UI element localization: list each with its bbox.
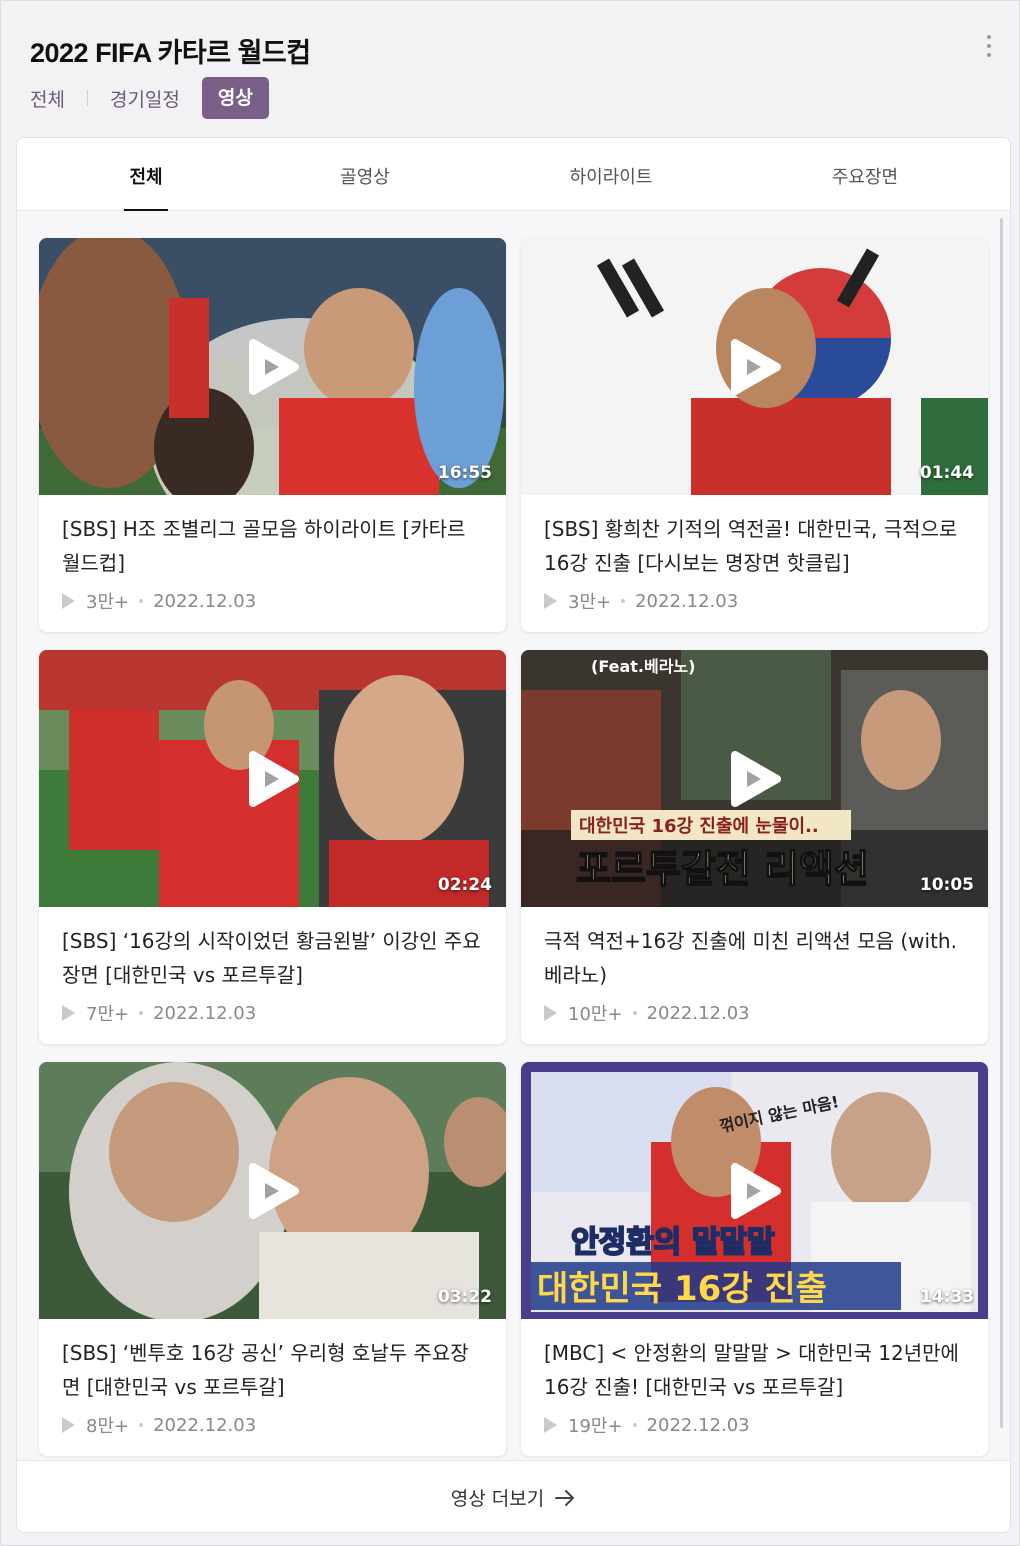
meta-separator [632, 1011, 637, 1015]
video-card[interactable]: 02:24 [SBS] ‘16강의 시작이었던 황금왼발’ 이강인 주요장면 [… [39, 650, 506, 1044]
upload-date: 2022.12.03 [153, 1414, 257, 1436]
more-vertical-icon[interactable] [979, 33, 999, 59]
tab-videos[interactable]: 영상 [201, 77, 269, 119]
video-meta: 8만+ 2022.12.03 [62, 1412, 256, 1438]
arrow-right-icon [555, 1489, 575, 1506]
video-card[interactable]: (Feat.베라노) 대한민국 16강 진출에 눈물이.. 포르투갈전 리액션 … [521, 650, 988, 1044]
active-tab-indicator [124, 209, 168, 211]
thumb-show-title: 안정환의 말말말 [571, 1225, 775, 1260]
video-thumbnail[interactable]: 01:44 [521, 238, 988, 495]
page-title: 2022 FIFA 카타르 월드컵 [30, 38, 311, 68]
play-icon [730, 338, 781, 395]
view-count: 7만+ [86, 1004, 130, 1025]
tab-schedule[interactable]: 경기일정 [110, 85, 180, 112]
video-meta: 7만+ 2022.12.03 [62, 1000, 256, 1026]
tab-all[interactable]: 전체 [30, 85, 65, 112]
play-icon [248, 1162, 299, 1219]
video-duration: 16:55 [437, 463, 492, 483]
upload-date: 2022.12.03 [646, 1414, 750, 1436]
video-card[interactable]: 03:22 [SBS] ‘벤투호 16강 공신’ 우리형 호날두 주요장면 [대… [39, 1062, 506, 1456]
view-count: 8만+ [86, 1416, 130, 1437]
sub-tab-key-scenes[interactable]: 주요장면 [832, 163, 898, 189]
view-count: 3만+ [568, 592, 612, 613]
thumb-subtitle: 대한민국 16강 진출에 눈물이.. [579, 816, 819, 837]
sub-tab-all[interactable]: 전체 [129, 163, 162, 189]
meta-separator [139, 1423, 144, 1427]
video-title[interactable]: 극적 역전+16강 진출에 미친 리액션 모음 (with. 베라노) [544, 924, 968, 992]
upload-date: 2022.12.03 [153, 1002, 257, 1024]
thumb-headline: 대한민국 16강 진출 [537, 1269, 827, 1309]
scrollbar[interactable] [1000, 218, 1003, 1428]
sub-tab-highlights[interactable]: 하이라이트 [570, 163, 653, 189]
play-count-icon [62, 1417, 75, 1433]
play-icon [730, 1162, 781, 1219]
video-thumbnail[interactable]: 03:22 [39, 1062, 506, 1319]
video-title[interactable]: [SBS] ‘벤투호 16강 공신’ 우리형 호날두 주요장면 [대한민국 vs… [62, 1336, 486, 1404]
view-count: 10만+ [568, 1004, 623, 1025]
view-count: 3만+ [86, 592, 130, 613]
video-duration: 01:44 [919, 463, 974, 483]
meta-separator [621, 599, 626, 603]
widget-header: 2022 FIFA 카타르 월드컵 [30, 31, 999, 70]
video-meta: 3만+ 2022.12.03 [62, 588, 256, 614]
thumb-headline: 포르투갈전 리액션 [576, 847, 869, 891]
more-videos-label: 영상 더보기 [450, 1488, 545, 1510]
video-meta: 3만+ 2022.12.03 [544, 588, 738, 614]
more-videos-button[interactable]: 영상 더보기 [17, 1460, 1010, 1532]
play-count-icon [62, 1005, 75, 1021]
view-count: 19만+ [568, 1416, 623, 1437]
sub-tab-goals[interactable]: 골영상 [340, 163, 390, 189]
category-tabs: 전체 경기일정 영상 [30, 77, 269, 119]
video-card[interactable]: 꺾이지 않는 마음! 안정환의 말말말 대한민국 16강 진출 14:33 [M… [521, 1062, 988, 1456]
video-title[interactable]: [SBS] ‘16강의 시작이었던 황금왼발’ 이강인 주요장면 [대한민국 v… [62, 924, 486, 992]
video-duration: 02:24 [437, 875, 492, 895]
video-title[interactable]: [SBS] 황희찬 기적의 역전골! 대한민국, 극적으로 16강 진출 [다시… [544, 512, 968, 580]
tab-divider [86, 90, 88, 106]
video-title[interactable]: [SBS] H조 조별리그 골모음 하이라이트 [카타르 월드컵] [62, 512, 486, 580]
video-thumbnail[interactable]: 02:24 [39, 650, 506, 907]
play-icon [248, 750, 299, 807]
meta-separator [139, 1011, 144, 1015]
play-icon [248, 338, 299, 395]
video-duration: 03:22 [437, 1287, 492, 1307]
play-icon [730, 750, 781, 807]
play-count-icon [544, 593, 557, 609]
video-duration: 14:33 [919, 1287, 974, 1307]
meta-separator [139, 599, 144, 603]
meta-separator [632, 1423, 637, 1427]
video-thumbnail[interactable]: 꺾이지 않는 마음! 안정환의 말말말 대한민국 16강 진출 14:33 [521, 1062, 988, 1319]
video-title[interactable]: [MBC] < 안정환의 말말말 > 대한민국 12년만에 16강 진출! [대… [544, 1336, 968, 1404]
upload-date: 2022.12.03 [153, 590, 257, 612]
widget-container: 2022 FIFA 카타르 월드컵 전체 경기일정 영상 전체 골영상 하이라이… [0, 0, 1020, 1546]
video-thumbnail[interactable]: (Feat.베라노) 대한민국 16강 진출에 눈물이.. 포르투갈전 리액션 … [521, 650, 988, 907]
video-duration: 10:05 [919, 875, 974, 895]
play-count-icon [544, 1417, 557, 1433]
video-thumbnail[interactable]: 16:55 [39, 238, 506, 495]
video-meta: 10만+ 2022.12.03 [544, 1000, 750, 1026]
upload-date: 2022.12.03 [646, 1002, 750, 1024]
play-count-icon [62, 593, 75, 609]
video-card[interactable]: 01:44 [SBS] 황희찬 기적의 역전골! 대한민국, 극적으로 16강 … [521, 238, 988, 632]
video-card[interactable]: 16:55 [SBS] H조 조별리그 골모음 하이라이트 [카타르 월드컵] … [39, 238, 506, 632]
video-meta: 19만+ 2022.12.03 [544, 1412, 750, 1438]
play-count-icon [544, 1005, 557, 1021]
video-panel: 전체 골영상 하이라이트 주요장면 16:55 [SBS] H조 조별리그 골모… [16, 137, 1011, 1533]
thumb-feat-label: (Feat.베라노) [591, 657, 695, 676]
video-sub-tabs: 전체 골영상 하이라이트 주요장면 [17, 138, 1010, 211]
upload-date: 2022.12.03 [635, 590, 739, 612]
